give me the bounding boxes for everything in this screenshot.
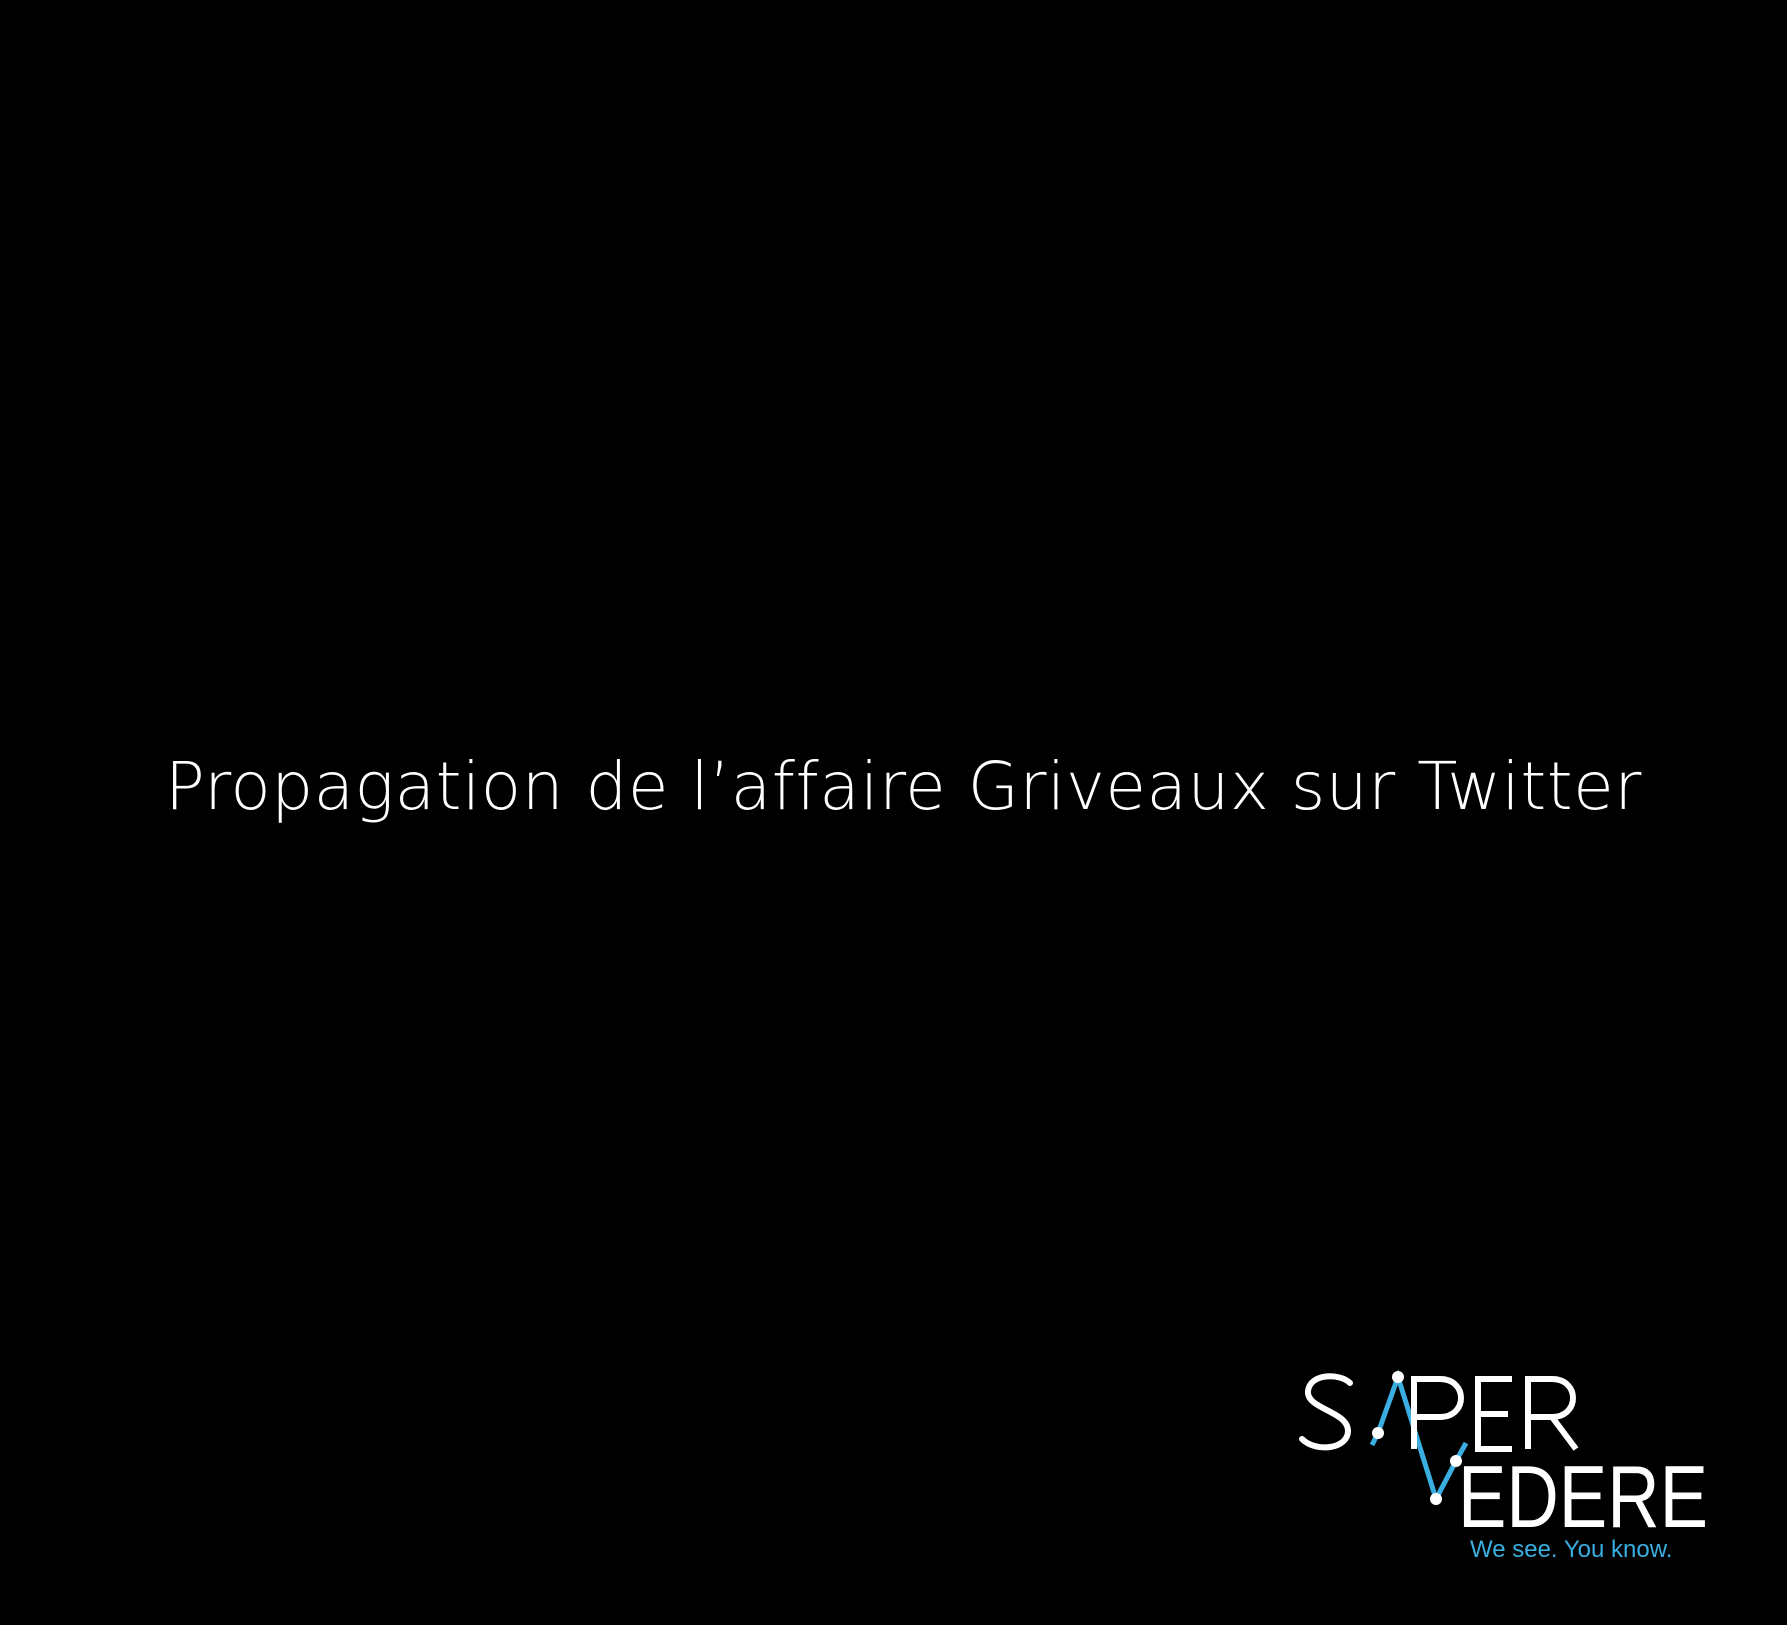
logo-graphic: EDERE We see. You know. bbox=[1299, 1369, 1708, 1563]
logo-letter-e bbox=[1475, 1376, 1512, 1452]
logo-node-dot bbox=[1372, 1427, 1384, 1439]
logo-tagline: We see. You know. bbox=[1470, 1536, 1672, 1563]
logo-node-dot bbox=[1430, 1493, 1442, 1505]
logo-letter-p bbox=[1411, 1376, 1464, 1449]
logo-letter-r bbox=[1525, 1376, 1579, 1451]
slide: Propagation de l’affaire Griveaux sur Tw… bbox=[0, 0, 1787, 1625]
saper-vedere-logo: EDERE We see. You know. bbox=[1290, 1365, 1730, 1565]
logo-letter-s bbox=[1299, 1373, 1353, 1451]
logo-accent-line bbox=[1369, 1369, 1469, 1506]
logo-line2-letters: EDERE bbox=[1458, 1447, 1708, 1546]
slide-title: Propagation de l’affaire Griveaux sur Tw… bbox=[165, 748, 1642, 825]
logo-node-dot bbox=[1392, 1371, 1404, 1383]
